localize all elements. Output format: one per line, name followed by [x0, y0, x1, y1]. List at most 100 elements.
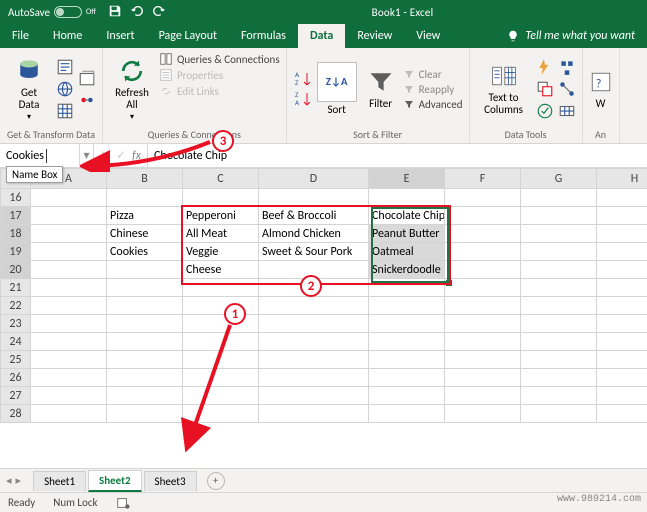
tab-view[interactable]: View: [404, 24, 452, 48]
cell[interactable]: [183, 279, 259, 297]
cell[interactable]: [521, 333, 597, 351]
cell[interactable]: [521, 297, 597, 315]
fill-handle[interactable]: [446, 280, 452, 286]
cell[interactable]: [31, 333, 107, 351]
get-data-button[interactable]: Get Data ▾: [6, 52, 52, 126]
cell[interactable]: [31, 243, 107, 261]
cell[interactable]: [445, 333, 521, 351]
cell[interactable]: [183, 351, 259, 369]
cancel-icon[interactable]: ✕: [100, 148, 110, 163]
cell[interactable]: [597, 243, 647, 261]
sheet-tab-sheet3[interactable]: Sheet3: [144, 471, 197, 491]
tab-data[interactable]: Data: [298, 24, 345, 48]
tab-review[interactable]: Review: [345, 24, 404, 48]
row-header[interactable]: 20: [1, 261, 31, 279]
row-header[interactable]: 22: [1, 297, 31, 315]
cell[interactable]: [31, 351, 107, 369]
fx-icon[interactable]: fx: [132, 149, 141, 163]
cell[interactable]: [31, 189, 107, 207]
tab-home[interactable]: Home: [41, 24, 94, 48]
cell[interactable]: [107, 405, 183, 423]
cell[interactable]: [445, 243, 521, 261]
refresh-all-button[interactable]: Refresh All ▾: [109, 52, 155, 126]
cell[interactable]: [369, 369, 445, 387]
row-header[interactable]: 17: [1, 207, 31, 225]
filter-button[interactable]: Filter: [361, 66, 401, 112]
cell[interactable]: [445, 189, 521, 207]
redo-icon[interactable]: [152, 4, 166, 21]
sort-asc-icon[interactable]: AZ: [293, 69, 313, 89]
cell[interactable]: [369, 351, 445, 369]
cell[interactable]: [107, 351, 183, 369]
tab-page-layout[interactable]: Page Layout: [147, 24, 229, 48]
cell[interactable]: Chocolate Chip: [369, 207, 445, 225]
cell[interactable]: [369, 279, 445, 297]
manage-data-model-icon[interactable]: [558, 102, 576, 120]
reapply-button[interactable]: Reapply: [403, 83, 463, 96]
row-header[interactable]: 24: [1, 333, 31, 351]
tab-insert[interactable]: Insert: [94, 24, 146, 48]
row-header[interactable]: 19: [1, 243, 31, 261]
cell[interactable]: [445, 207, 521, 225]
column-header[interactable]: D: [259, 169, 369, 189]
cell[interactable]: [521, 189, 597, 207]
sheet-nav[interactable]: ◂▸: [6, 474, 21, 487]
sort-desc-icon[interactable]: ZA: [293, 89, 313, 109]
cell[interactable]: [445, 261, 521, 279]
cell[interactable]: [445, 405, 521, 423]
cell[interactable]: [31, 297, 107, 315]
text-to-columns-button[interactable]: Text to Columns: [476, 52, 532, 126]
name-box[interactable]: Cookies Name Box: [0, 144, 80, 167]
row-header[interactable]: 18: [1, 225, 31, 243]
cell[interactable]: Pepperoni: [183, 207, 259, 225]
cell[interactable]: [521, 207, 597, 225]
cell[interactable]: [369, 189, 445, 207]
cell[interactable]: [31, 261, 107, 279]
name-box-dropdown[interactable]: ▾: [80, 144, 94, 167]
tell-me-search[interactable]: Tell me what you want: [495, 24, 647, 48]
cell[interactable]: [597, 279, 647, 297]
cell[interactable]: [31, 207, 107, 225]
sheet-tab-sheet2[interactable]: Sheet2: [88, 470, 142, 492]
cell[interactable]: [183, 369, 259, 387]
advanced-button[interactable]: Advanced: [403, 98, 463, 111]
cell[interactable]: [521, 315, 597, 333]
autosave-toggle[interactable]: AutoSave Off: [8, 6, 96, 19]
cell[interactable]: [107, 261, 183, 279]
flash-fill-icon[interactable]: [536, 58, 554, 76]
cell[interactable]: [183, 333, 259, 351]
cell[interactable]: [369, 387, 445, 405]
cell[interactable]: [521, 243, 597, 261]
cell[interactable]: [597, 333, 647, 351]
cell[interactable]: [107, 279, 183, 297]
cell[interactable]: [597, 207, 647, 225]
row-header[interactable]: 21: [1, 279, 31, 297]
row-header[interactable]: 26: [1, 369, 31, 387]
cell[interactable]: [259, 297, 369, 315]
cell[interactable]: [107, 189, 183, 207]
cell[interactable]: [597, 387, 647, 405]
cell[interactable]: [107, 315, 183, 333]
cell[interactable]: [597, 297, 647, 315]
cell[interactable]: [445, 351, 521, 369]
sheet-tab-sheet1[interactable]: Sheet1: [33, 471, 86, 491]
cell[interactable]: [521, 261, 597, 279]
cell[interactable]: [521, 279, 597, 297]
cell[interactable]: [521, 405, 597, 423]
cell[interactable]: Oatmeal: [369, 243, 445, 261]
data-validation-icon[interactable]: [536, 102, 554, 120]
cell[interactable]: [445, 315, 521, 333]
sort-button[interactable]: Z↓A Sort: [315, 60, 359, 118]
cell[interactable]: [31, 315, 107, 333]
cell[interactable]: [597, 189, 647, 207]
cell[interactable]: [259, 315, 369, 333]
consolidate-icon[interactable]: [558, 58, 576, 76]
cell[interactable]: [183, 297, 259, 315]
cell[interactable]: Cookies: [107, 243, 183, 261]
properties-button[interactable]: Properties: [159, 68, 280, 82]
cell[interactable]: [259, 405, 369, 423]
undo-icon[interactable]: [130, 4, 144, 21]
column-header[interactable]: E: [369, 169, 445, 189]
cell[interactable]: [521, 387, 597, 405]
recent-sources-icon[interactable]: [78, 69, 96, 87]
